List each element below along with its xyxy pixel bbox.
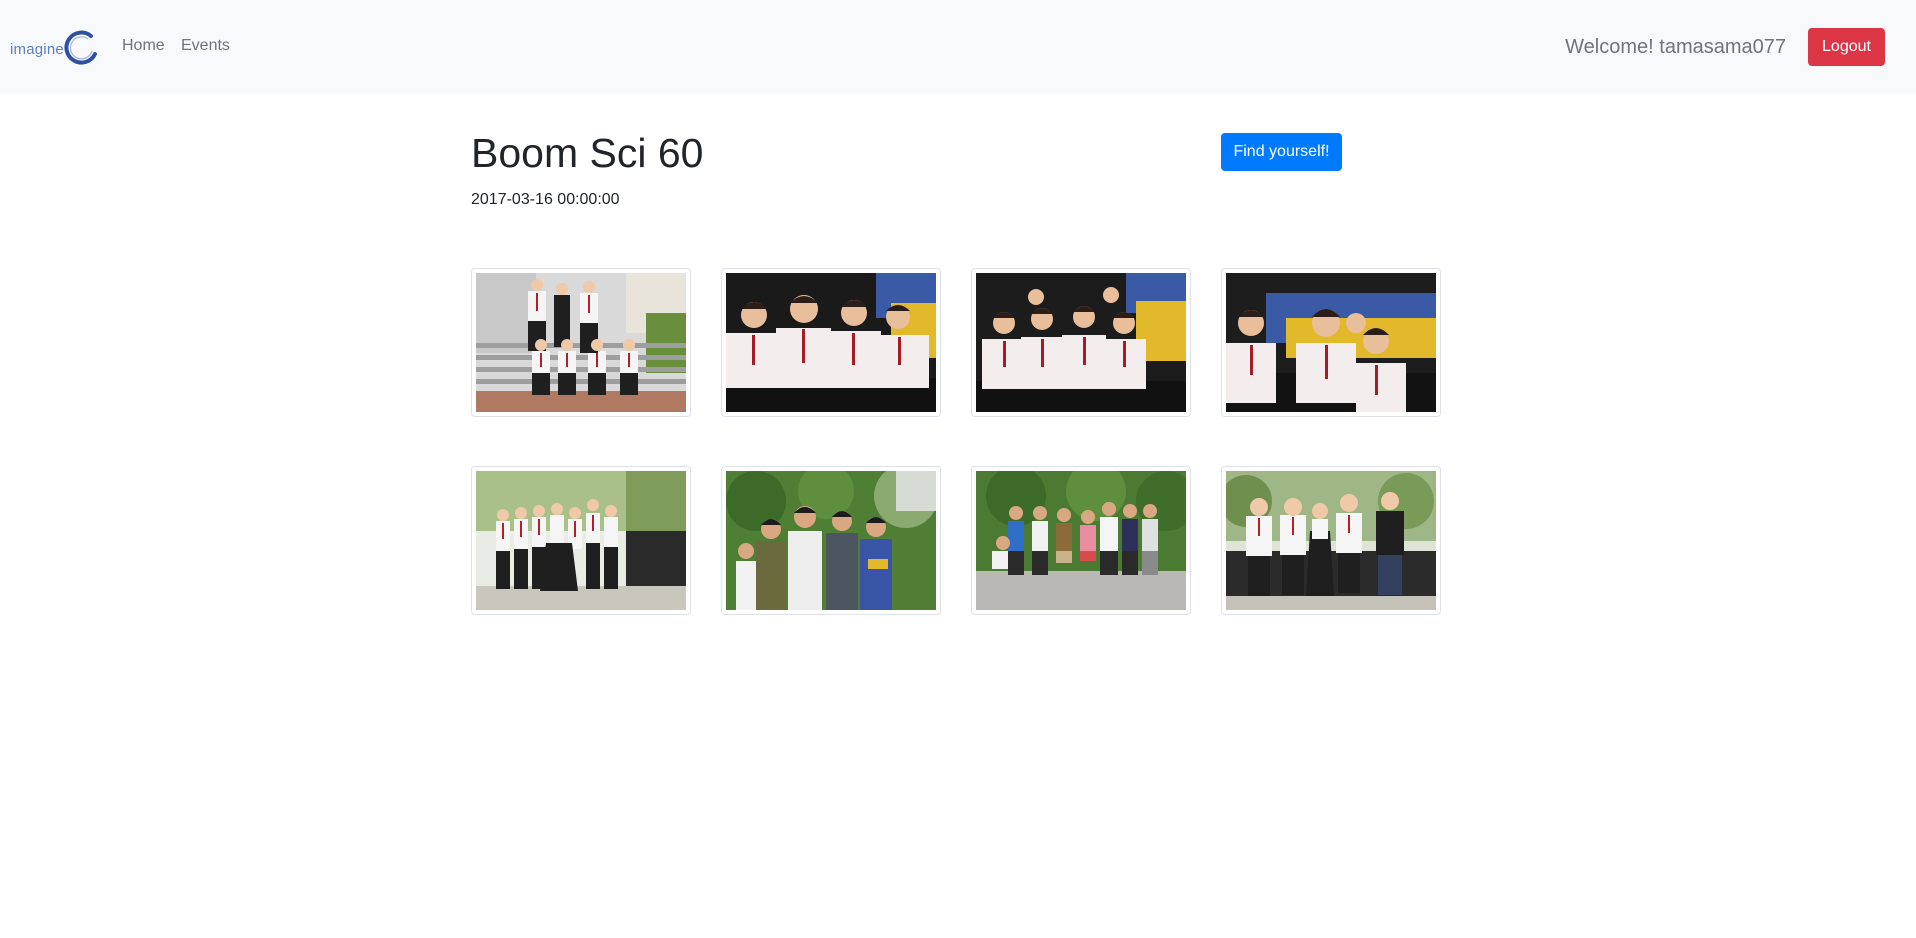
- photo-thumbnail-4[interactable]: [1221, 268, 1441, 417]
- event-date: 2017-03-16 00:00:00: [471, 191, 620, 208]
- photo-thumbnail-3[interactable]: [971, 268, 1191, 417]
- photo-1-image: [476, 273, 686, 412]
- photo-5-image: [476, 471, 686, 610]
- photo-thumbnail-7[interactable]: [971, 466, 1191, 615]
- logout-button[interactable]: Logout: [1808, 28, 1885, 66]
- photo-3-image: [976, 273, 1186, 412]
- brand-logo[interactable]: imagine: [10, 30, 100, 70]
- photo-thumbnail-5[interactable]: [471, 466, 691, 615]
- photo-8-image: [1226, 471, 1436, 610]
- photo-thumbnail-6[interactable]: [721, 466, 941, 615]
- find-yourself-button[interactable]: Find yourself!: [1221, 133, 1342, 171]
- photo-6-image: [726, 471, 936, 610]
- welcome-message: Welcome! tamasama077: [1565, 36, 1786, 58]
- photo-7-image: [976, 471, 1186, 610]
- nav-link-home[interactable]: Home: [122, 37, 165, 55]
- navbar: imagine Home Events Welcome! tamasama077…: [0, 0, 1916, 94]
- nav-link-events[interactable]: Events: [181, 37, 230, 55]
- logo-ring-icon: [64, 30, 97, 65]
- photo-thumbnail-2[interactable]: [721, 268, 941, 417]
- photo-thumbnail-8[interactable]: [1221, 466, 1441, 615]
- brand-text: imagine: [10, 41, 64, 58]
- photo-2-image: [726, 273, 936, 412]
- photo-4-image: [1226, 273, 1436, 412]
- event-title: Boom Sci 60: [471, 130, 704, 176]
- photo-thumbnail-1[interactable]: [471, 268, 691, 417]
